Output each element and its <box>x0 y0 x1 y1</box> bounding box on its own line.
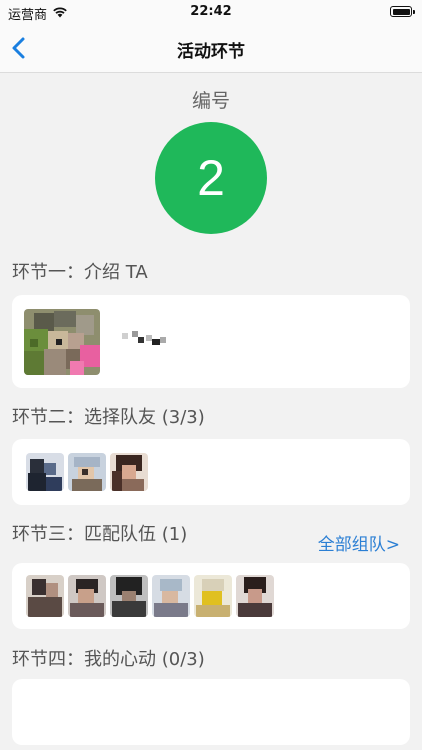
avatar[interactable] <box>68 453 106 491</box>
team-card[interactable] <box>12 563 410 629</box>
avatar[interactable] <box>110 575 148 617</box>
avatar[interactable] <box>26 575 64 617</box>
all-teams-link[interactable]: 全部组队> <box>318 530 400 555</box>
teammates-card[interactable] <box>12 439 410 505</box>
nickname-image <box>122 325 166 347</box>
avatar[interactable] <box>26 453 64 491</box>
status-bar: 运营商 22:42 <box>0 0 422 24</box>
avatar[interactable] <box>194 575 232 617</box>
page-title: 活动环节 <box>177 42 245 62</box>
heart-card[interactable] <box>12 679 410 745</box>
section-choose-label: 环节二：选择队友 (3/3) <box>12 407 205 428</box>
section-match-label: 环节三：匹配队伍 (1) <box>12 524 188 545</box>
number-label: 编号 <box>191 90 230 112</box>
status-time: 22:42 <box>190 4 232 19</box>
navigation-bar: 活动环节 <box>0 24 422 73</box>
avatar[interactable] <box>152 575 190 617</box>
section-heart-label: 环节四：我的心动 (0/3) <box>12 649 205 670</box>
battery-icon <box>390 6 415 17</box>
avatar[interactable] <box>24 309 100 375</box>
avatar[interactable] <box>68 575 106 617</box>
intro-card[interactable] <box>12 295 410 388</box>
avatar[interactable] <box>236 575 274 617</box>
section-intro-label: 环节一：介绍 TA <box>12 262 148 283</box>
number-badge: 2 <box>155 122 267 234</box>
avatar[interactable] <box>110 453 148 491</box>
